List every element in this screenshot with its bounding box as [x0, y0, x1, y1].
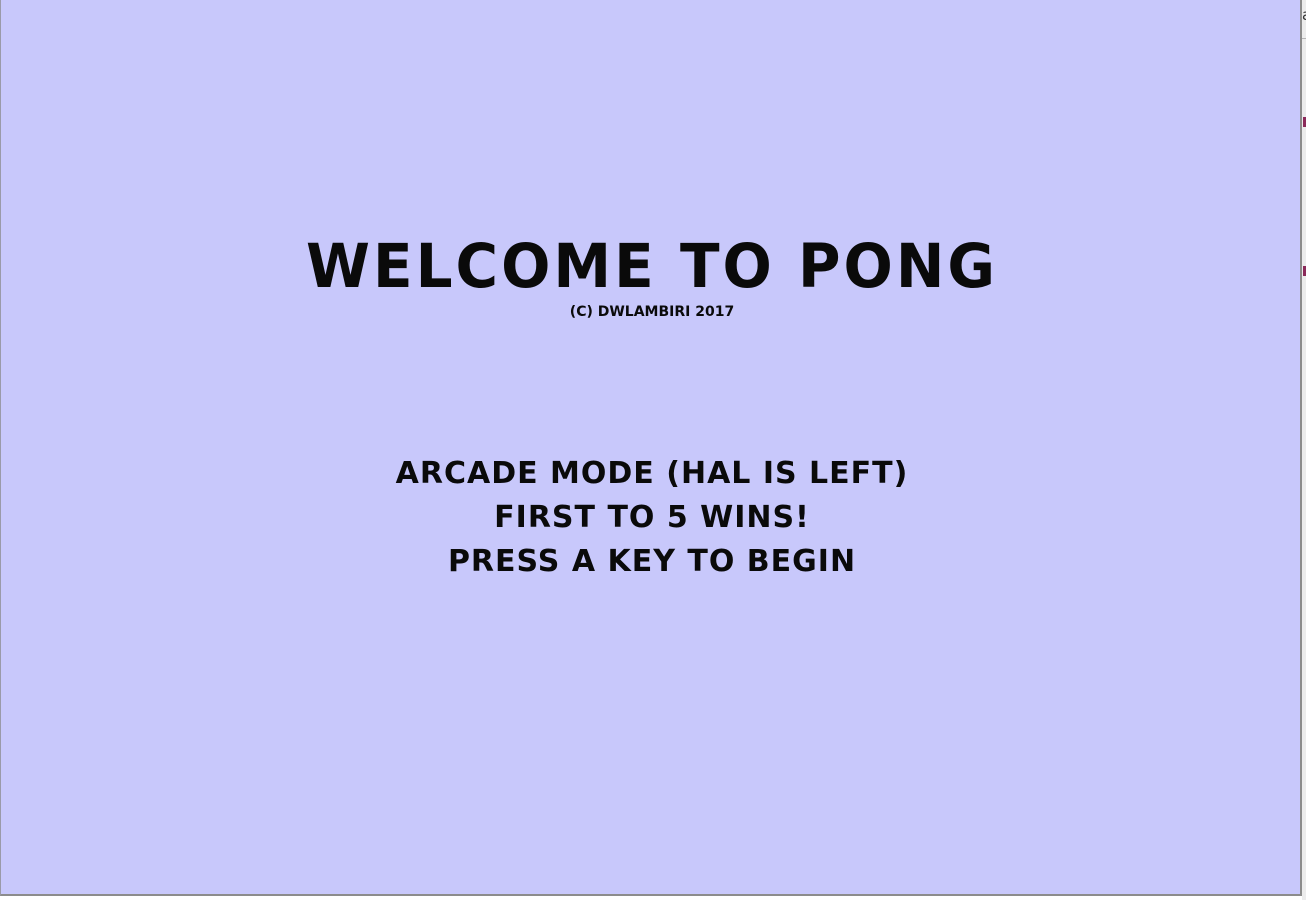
- win-condition-line: FIRST TO 5 WINS!: [494, 500, 810, 535]
- mode-line: ARCADE MODE (HAL IS LEFT): [395, 456, 909, 491]
- edge-divider: [1302, 38, 1306, 39]
- copyright-text: (C) DWLAMBIRI 2017: [569, 304, 735, 320]
- adjacent-window-edge: a: [1302, 0, 1306, 900]
- start-prompt-line: PRESS A KEY TO BEGIN: [447, 544, 857, 579]
- edge-text-fragment: a: [1302, 6, 1306, 24]
- instructions-block: ARCADE MODE (HAL IS LEFT) FIRST TO 5 WIN…: [1, 452, 1303, 584]
- game-canvas[interactable]: WELCOME TO PONG (C) DWLAMBIRI 2017 ARCAD…: [0, 0, 1302, 896]
- game-title: WELCOME TO PONG: [306, 230, 998, 302]
